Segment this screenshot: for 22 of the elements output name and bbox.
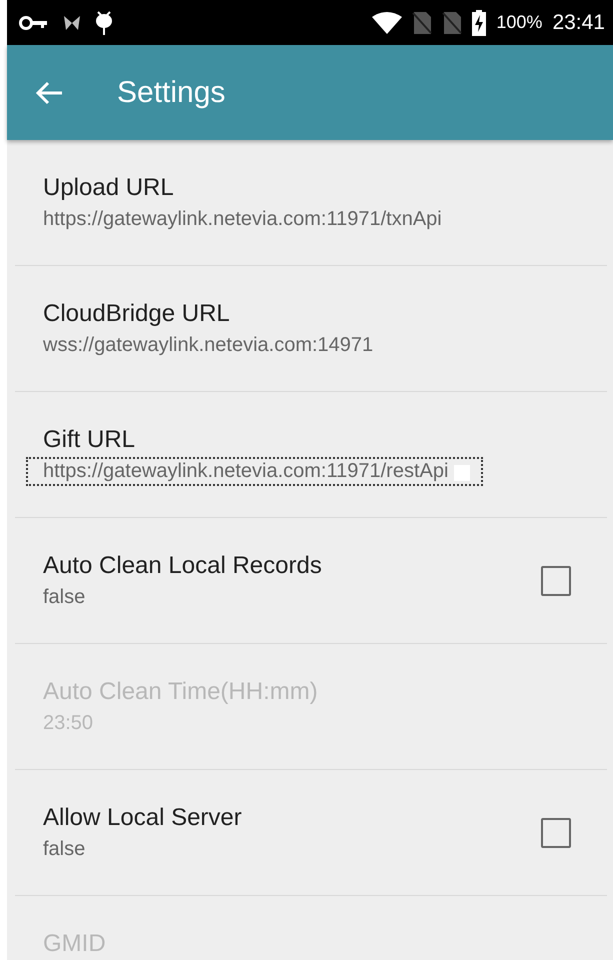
preference-summary: false	[43, 586, 86, 609]
checkbox[interactable]	[541, 566, 571, 596]
fan-icon	[63, 14, 81, 32]
screen-title: Settings	[117, 76, 226, 110]
preference-summary: false	[43, 838, 86, 861]
no-sim-icon	[412, 12, 432, 34]
preference-title[interactable]: Upload URL	[43, 174, 442, 202]
preference-title[interactable]: Gift URL	[43, 426, 480, 454]
preference-summary: wss://gatewaylink.netevia.com:14971	[43, 334, 374, 357]
wifi-icon	[372, 12, 402, 34]
android-icon	[95, 10, 113, 36]
preference-title[interactable]: CloudBridge URL	[43, 300, 374, 328]
no-sim-icon	[442, 12, 462, 34]
checkbox[interactable]	[541, 818, 571, 848]
preference-summary: https://gatewaylink.netevia.com:11971/restApi	[29, 460, 480, 483]
preference-title[interactable]: Auto Clean Local Records	[43, 552, 322, 580]
clock-time: 23:41	[552, 10, 605, 34]
battery-percentage: 100%	[496, 12, 542, 33]
preference-summary: https://gatewaylink.netevia.com:11971/txnApi	[43, 208, 442, 231]
battery-charging-icon	[472, 10, 486, 36]
key-icon	[19, 14, 49, 30]
preference-title[interactable]: Allow Local Server	[43, 804, 242, 832]
